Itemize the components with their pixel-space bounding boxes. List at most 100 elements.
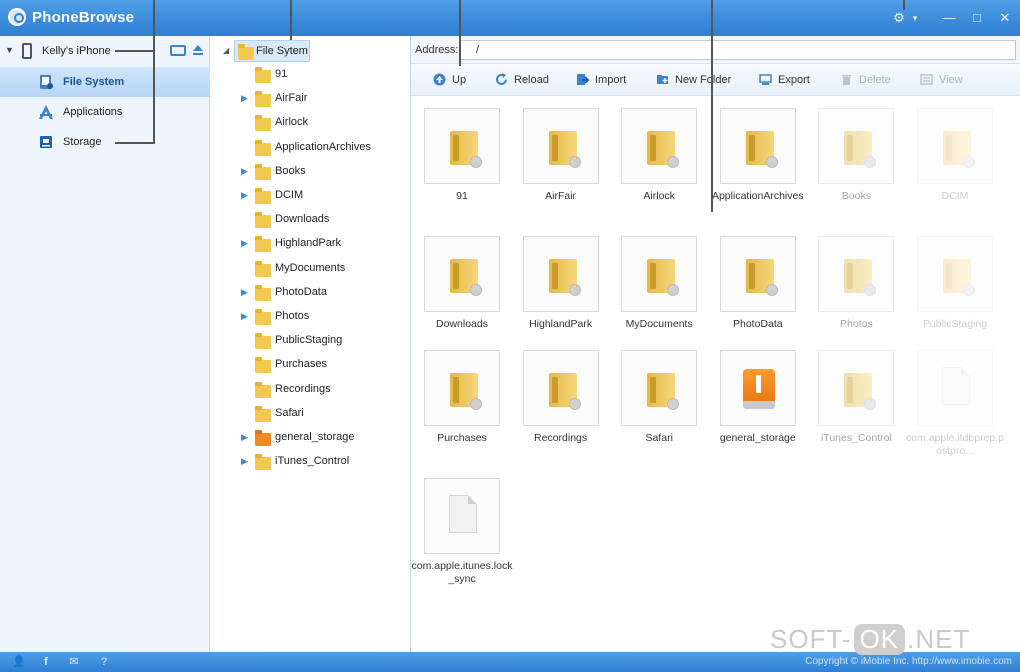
tile-thumbnail [719,236,796,312]
expand-arrow-icon[interactable]: ▶ [241,287,248,298]
tile-thumbnail [424,236,500,312]
reload-button[interactable]: Reload [495,72,555,88]
folder-icon [255,260,271,277]
minimize-button[interactable]: — [940,10,958,26]
folder-icon [255,139,271,156]
device-info-icon[interactable] [170,45,186,56]
tree-root-collapse-icon[interactable]: ◢ [223,46,229,55]
device-row[interactable]: ▼ Kelly's iPhone [0,36,210,66]
folder-icon [844,131,877,168]
tree-item[interactable]: 91 [211,64,411,86]
expand-arrow-icon[interactable]: ▶ [241,432,248,443]
tree-root[interactable]: File Sytem [234,40,310,62]
close-button[interactable]: ✕ [996,10,1014,26]
tree-item-label: Airlock [275,116,309,129]
tree-item[interactable]: Downloads [211,209,411,231]
sidebar-item-label: Storage [63,136,102,148]
tile-thumbnail [719,108,796,184]
tile-label: HighlandPark [529,318,593,330]
tile-label: PublicStaging [922,318,988,330]
import-label: Import [595,74,627,86]
sidebar: ▼ Kelly's iPhone File System Application… [0,36,210,652]
maximize-button[interactable]: □ [968,10,986,26]
folder-icon [844,259,877,296]
folder-tree: ◢ File Sytem 91 ▶ AirFair Airlock Applicatio… [211,36,411,652]
callout-line [153,0,155,52]
new-folder-icon [657,75,668,84]
tree-item-label: PhotoData [275,285,327,298]
trash-icon [842,75,851,85]
callout-line [459,0,461,66]
expand-arrow-icon[interactable]: ▶ [241,238,248,249]
tree-item[interactable]: ApplicationArchives [211,137,411,159]
tree-item[interactable]: ▶ HighlandPark [211,233,411,255]
expand-arrow-icon[interactable]: ▶ [241,93,248,104]
folder-icon [255,91,271,108]
mail-icon[interactable]: ✉ [68,656,80,668]
tile-thumbnail [917,108,993,184]
reload-icon [496,73,507,85]
collapse-arrow-icon[interactable]: ▼ [5,45,14,55]
tree-item[interactable]: ▶ Photos [211,306,411,328]
sidebar-item-file-system[interactable]: File System [0,67,210,97]
tree-item-label: ApplicationArchives [275,140,371,153]
tree-item[interactable]: ▶ general_storage [211,427,411,449]
watermark-left: SOFT- [770,624,852,654]
tile-thumbnail [917,350,993,426]
facebook-icon[interactable]: f [40,656,52,668]
tree-item[interactable]: ▶ PhotoData [211,282,411,304]
folder-icon [255,405,271,422]
sidebar-item-applications[interactable]: Applications [0,97,210,127]
tree-item[interactable]: ▶ DCIM [211,185,411,207]
tree-item[interactable]: ▶ AirFair [211,88,411,110]
tile-thumbnail [522,236,599,312]
tree-item[interactable]: MyDocuments [211,258,411,280]
copyright-text: Copyright © iMobie Inc. http://www.imobi… [805,656,1012,667]
tree-item[interactable]: Safari [211,403,411,425]
import-button[interactable]: Import [576,72,634,88]
folder-icon [255,284,271,301]
tree-item-label: DCIM [275,189,304,201]
tree-item[interactable]: PublicStaging [211,330,411,352]
help-icon[interactable]: ? [98,656,110,668]
reload-label: Reload [514,74,549,86]
expand-arrow-icon[interactable]: ▶ [241,311,248,322]
callout-line [711,0,713,212]
export-icon [759,74,772,85]
folder-icon [647,373,680,410]
folder-icon [255,357,271,374]
folder-icon [255,381,271,398]
tree-item[interactable]: Recordings [211,379,411,401]
watermark-right: .NET [907,624,971,654]
delete-button[interactable]: Delete [840,72,896,88]
expand-arrow-icon[interactable]: ▶ [241,190,248,201]
tile-label: Downloads [436,318,488,330]
status-bar: 👤 f ✉ ? Copyright © iMobie Inc. http://w… [0,652,1020,672]
tree-item[interactable]: ▶ iTunes_Control [211,451,411,473]
tree-item[interactable]: ▶ Books [211,161,411,183]
expand-arrow-icon[interactable]: ▶ [241,456,248,467]
address-input[interactable] [460,40,1016,60]
tree-item-label: AirFair [275,92,308,105]
view-button[interactable]: View [920,72,970,88]
sidebar-item-label: File System [63,76,125,88]
tile-thumbnail [522,350,599,426]
up-button[interactable]: Up [433,72,473,88]
eject-icon[interactable] [192,45,204,57]
callout-line [115,50,155,52]
folder-icon [238,44,254,60]
delete-label: Delete [859,74,891,86]
tree-item-label: Safari [275,406,304,419]
tree-item[interactable]: Purchases [211,354,411,376]
export-button[interactable]: Export [759,72,819,88]
callout-line [115,142,155,144]
user-icon[interactable]: 👤 [12,656,26,668]
tile-label: 91 [456,190,468,202]
tree-item[interactable]: Airlock [211,112,411,134]
folder-icon [450,259,482,296]
new-folder-button[interactable]: New Folder [656,72,736,88]
settings-dropdown-icon[interactable]: ▾ [906,10,924,26]
tree-item-label: iTunes_Control [275,455,350,468]
sidebar-item-storage[interactable]: Storage [0,127,210,157]
expand-arrow-icon[interactable]: ▶ [241,166,248,177]
